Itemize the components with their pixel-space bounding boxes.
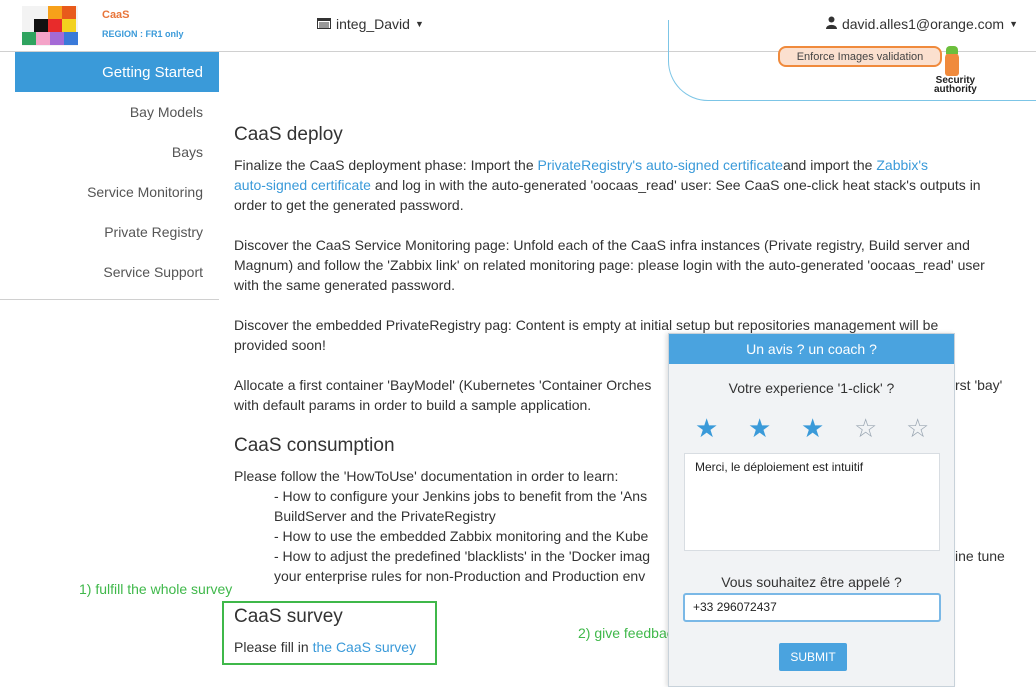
sidebar-item-bays[interactable]: Bays — [172, 144, 203, 160]
list-item: - How to configure your Jenkins jobs to … — [274, 488, 648, 504]
deploy-paragraph-4: Allocate a first container 'BayModel' (K… — [234, 377, 652, 393]
submit-button[interactable]: SUBMIT — [779, 643, 847, 671]
sidebar-item-service-monitoring[interactable]: Service Monitoring — [87, 184, 203, 200]
deploy-paragraph-1-line-2: auto-signed certificate and log in with … — [234, 177, 981, 193]
deploy-paragraph-2: Discover the CaaS Service Monitoring pag… — [234, 237, 970, 253]
star-filled-icon[interactable]: ★ — [695, 414, 718, 444]
brand-name: CaaS — [102, 9, 130, 21]
deploy-paragraph-4-line-2: with default params in order to build a … — [234, 397, 592, 413]
deploy-paragraph-3-line-2: provided soon! — [234, 337, 326, 353]
brand-region: REGION : FR1 only — [102, 29, 184, 39]
list-item-tail: ine tune — [955, 548, 1005, 564]
enforce-images-badge: Enforce Images validation — [778, 46, 942, 67]
feedback-popup: Un avis ? un coach ? Votre experience '1… — [668, 333, 955, 687]
sidebar-item-service-support[interactable]: Service Support — [103, 264, 203, 280]
annotation-survey: 1) fulfill the whole survey — [79, 581, 233, 597]
call-question: Vous souhaitez être appelé ? — [721, 574, 902, 590]
section-title-deploy: CaaS deploy — [234, 124, 343, 145]
deploy-paragraph-1-line-3: order to get the generated password. — [234, 197, 464, 213]
feedback-textarea[interactable]: Merci, le déploiement est intuitif — [684, 453, 940, 551]
star-empty-icon[interactable]: ☆ — [854, 414, 877, 444]
sidebar-item-label: Getting Started — [102, 63, 203, 81]
list-item: - How to use the embedded Zabbix monitor… — [274, 528, 649, 544]
phone-input[interactable]: +33 296072437 — [683, 593, 941, 622]
registry-certificate-link[interactable]: PrivateRegistry's auto-signed certificat… — [538, 157, 783, 173]
list-item: - How to adjust the predefined 'blacklis… — [274, 548, 651, 564]
project-label: integ_David — [336, 16, 410, 32]
zabbix-certificate-link[interactable]: Zabbix's — [876, 157, 928, 173]
list-item: your enterprise rules for non-Production… — [274, 568, 646, 584]
security-authority-icon — [945, 46, 959, 76]
deploy-paragraph-2-line-3: with the same generated password. — [234, 277, 456, 293]
survey-link[interactable]: the CaaS survey — [313, 639, 417, 655]
section-title-consumption: CaaS consumption — [234, 435, 395, 456]
zabbix-certificate-link[interactable]: auto-signed certificate — [234, 177, 371, 193]
list-item: BuildServer and the PrivateRegistry — [274, 508, 496, 524]
project-icon — [317, 16, 331, 32]
sidebar-divider — [0, 299, 219, 300]
survey-text: Please fill in the CaaS survey — [234, 639, 417, 655]
consumption-intro: Please follow the 'HowToUse' documentati… — [234, 468, 619, 484]
caas-logo[interactable] — [22, 6, 78, 46]
project-dropdown[interactable]: integ_David ▼ — [317, 16, 424, 32]
popup-title[interactable]: Un avis ? un coach ? — [669, 334, 954, 364]
sidebar-item-getting-started[interactable]: Getting Started — [15, 52, 219, 92]
sidebar-item-private-registry[interactable]: Private Registry — [104, 224, 203, 240]
star-rating[interactable]: ★ ★ ★ ☆ ☆ — [669, 414, 954, 444]
star-filled-icon[interactable]: ★ — [748, 414, 771, 444]
star-empty-icon[interactable]: ☆ — [906, 414, 929, 444]
deploy-paragraph-2-line-2: Magnum) and follow the 'Zabbix link' on … — [234, 257, 985, 273]
chevron-down-icon: ▼ — [414, 19, 424, 29]
star-filled-icon[interactable]: ★ — [801, 414, 824, 444]
sidebar-item-bay-models[interactable]: Bay Models — [130, 104, 203, 120]
deploy-paragraph-3: Discover the embedded PrivateRegistry pa… — [234, 317, 939, 333]
deploy-paragraph-1: Finalize the CaaS deployment phase: Impo… — [234, 157, 929, 173]
security-authority-label: Security authority — [934, 75, 977, 95]
rating-question: Votre experience '1-click' ? — [728, 380, 895, 396]
deploy-paragraph-4-tail: rst 'bay' — [955, 377, 1003, 393]
section-title-survey: CaaS survey — [234, 606, 343, 627]
